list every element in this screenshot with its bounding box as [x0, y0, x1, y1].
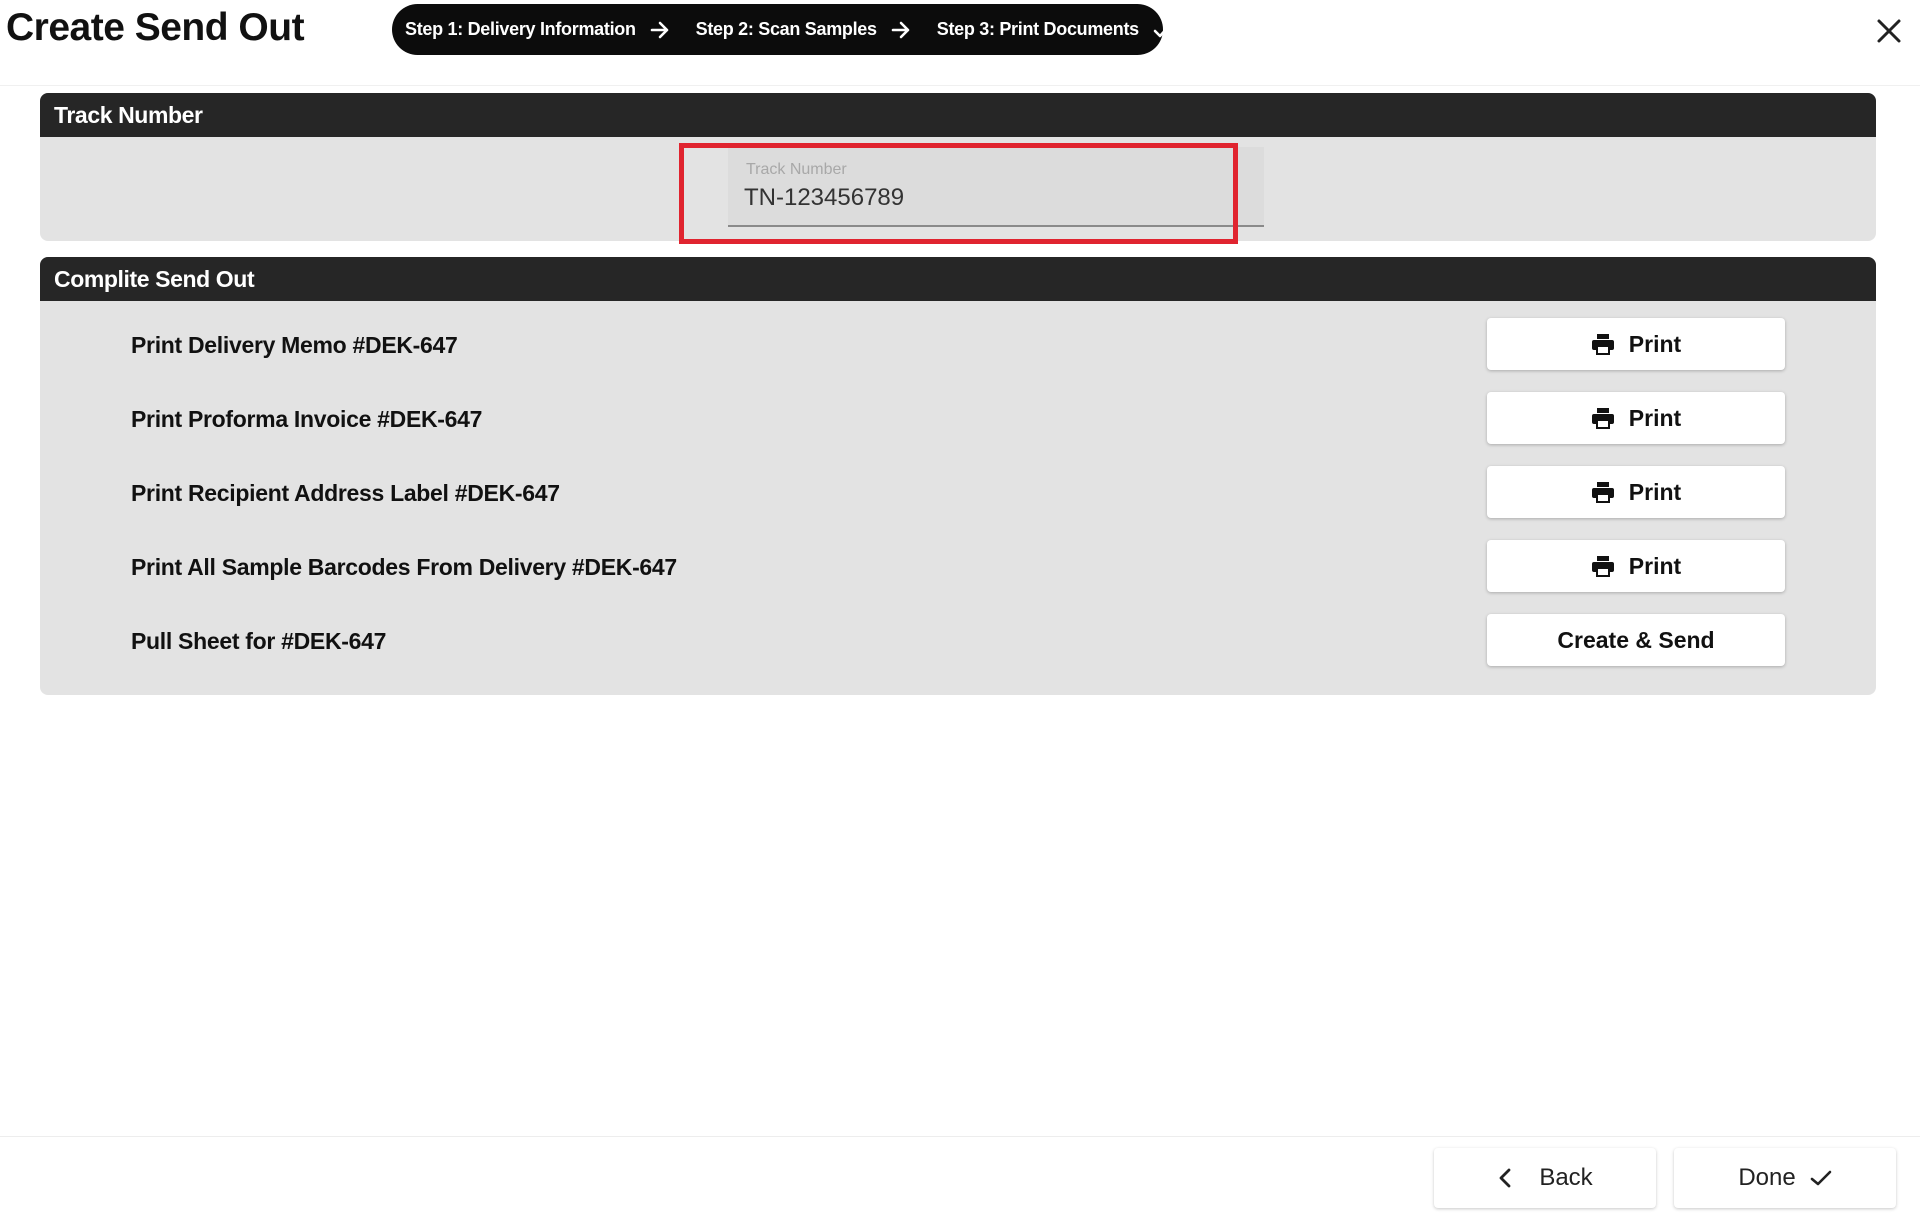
track-number-field[interactable]: Track Number [728, 147, 1264, 227]
complete-send-out-header: Complite Send Out [40, 257, 1876, 301]
button-label: Print [1628, 404, 1682, 431]
back-button[interactable]: Back [1434, 1148, 1656, 1208]
arrow-right-icon [650, 21, 670, 39]
printer-icon [1591, 555, 1615, 577]
create-send-out-page: Create Send Out Step 1: Delivery Informa… [0, 0, 1920, 1216]
check-icon [1810, 1169, 1832, 1187]
header: Create Send Out Step 1: Delivery Informa… [0, 0, 1920, 86]
row-label: Print All Sample Barcodes From Delivery … [131, 554, 677, 580]
printer-icon [1591, 333, 1615, 355]
step-1-label: Step 1: Delivery Information [405, 19, 636, 39]
page-title: Create Send Out [6, 6, 305, 49]
footer: Back Done [0, 1136, 1920, 1216]
track-number-input[interactable] [744, 183, 1244, 213]
print-delivery-memo-button[interactable]: Print [1487, 318, 1785, 370]
list-item: Print Delivery Memo #DEK-647 Print [40, 318, 1876, 370]
list-item: Print Proforma Invoice #DEK-647 Print [40, 392, 1876, 444]
track-number-field-label: Track Number [746, 161, 847, 178]
step-1[interactable]: Step 1: Delivery Information [405, 19, 696, 40]
button-label: Print [1628, 552, 1682, 579]
step-2-label: Step 2: Scan Samples [695, 19, 877, 39]
step-2[interactable]: Step 2: Scan Samples [696, 19, 937, 40]
printer-icon [1591, 481, 1615, 503]
close-button[interactable] [1872, 16, 1906, 50]
row-label: Print Proforma Invoice #DEK-647 [131, 406, 483, 432]
done-label: Done [1738, 1164, 1796, 1191]
arrow-right-icon [891, 21, 911, 39]
track-number-header: Track Number [40, 93, 1876, 137]
list-item: Pull Sheet for #DEK-647 Create & Send [40, 614, 1876, 666]
row-label: Print Delivery Memo #DEK-647 [131, 332, 458, 358]
button-label: Print [1628, 330, 1682, 357]
step-3[interactable]: Step 3: Print Documents [937, 19, 1173, 40]
button-label: Print [1628, 478, 1682, 505]
close-icon [1876, 18, 1902, 49]
print-recipient-address-label-button[interactable]: Print [1487, 466, 1785, 518]
row-label: Pull Sheet for #DEK-647 [131, 628, 387, 654]
list-item: Print All Sample Barcodes From Delivery … [40, 540, 1876, 592]
track-number-panel: Track Number Track Number [40, 93, 1876, 241]
print-sample-barcodes-button[interactable]: Print [1487, 540, 1785, 592]
create-and-send-button[interactable]: Create & Send [1487, 614, 1785, 666]
chevron-left-icon [1497, 1167, 1513, 1189]
stepper: Step 1: Delivery Information Step 2: Sca… [392, 4, 1173, 55]
back-label: Back [1539, 1164, 1593, 1191]
check-icon [1153, 21, 1173, 39]
row-label: Print Recipient Address Label #DEK-647 [131, 480, 560, 506]
step-3-label: Step 3: Print Documents [936, 19, 1139, 39]
print-proforma-invoice-button[interactable]: Print [1487, 392, 1785, 444]
button-label: Create & Send [1557, 626, 1715, 653]
complete-send-out-panel: Complite Send Out Print Delivery Memo #D… [40, 257, 1876, 695]
printer-icon [1591, 407, 1615, 429]
list-item: Print Recipient Address Label #DEK-647 P… [40, 466, 1876, 518]
done-button[interactable]: Done [1674, 1148, 1896, 1208]
